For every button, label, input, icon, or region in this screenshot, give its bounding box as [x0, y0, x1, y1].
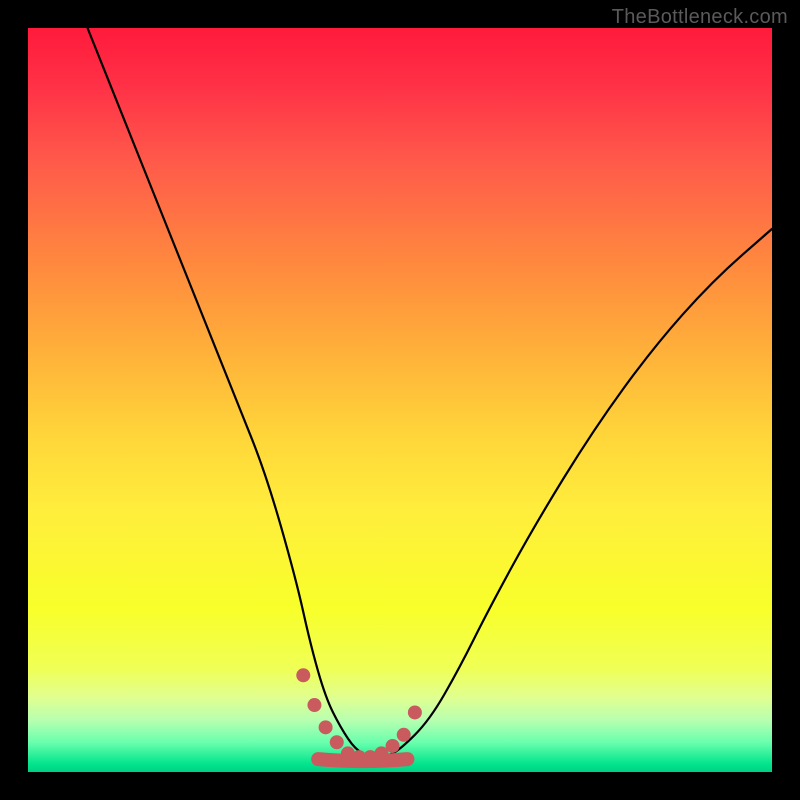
watermark-text: TheBottleneck.com: [612, 6, 788, 29]
valley-marker: [408, 705, 422, 719]
valley-marker: [319, 720, 333, 734]
valley-marker: [386, 739, 400, 753]
valley-marker: [330, 735, 344, 749]
chart-svg: [28, 28, 772, 772]
valley-marker: [397, 728, 411, 742]
valley-marker: [296, 668, 310, 682]
valley-marker: [307, 698, 321, 712]
bottleneck-curve: [88, 28, 772, 757]
chart-frame: TheBottleneck.com: [0, 0, 800, 800]
plot-area: [28, 28, 772, 772]
